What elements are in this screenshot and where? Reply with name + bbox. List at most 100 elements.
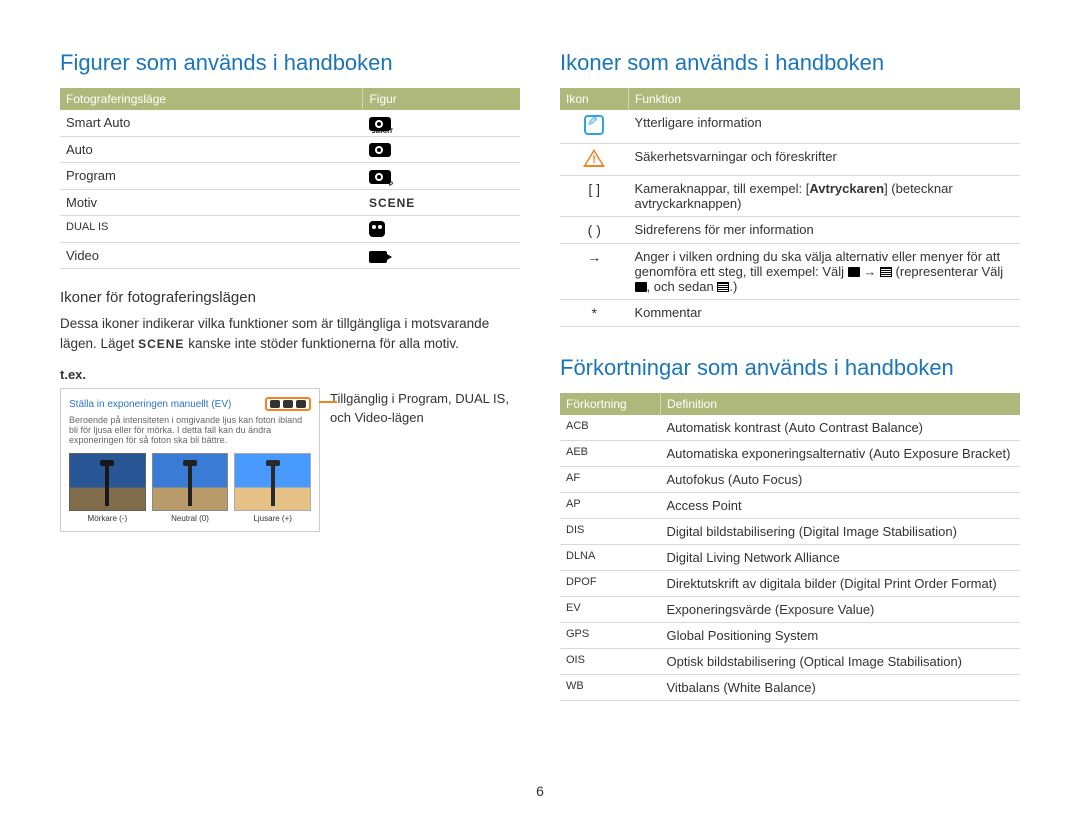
example-annotation: Tillgänglig i Program, DUAL IS, och Vide… — [330, 388, 520, 426]
abbr-key: ACB — [560, 415, 661, 441]
table-row: ( ) Sidreferens för mer information — [560, 217, 1020, 244]
icon-desc: Kameraknappar, till exempel: [Avtryckare… — [629, 176, 1021, 217]
table-row: GPSGlobal Positioning System — [560, 623, 1020, 649]
abbr-key: GPS — [560, 623, 661, 649]
icons-col-function: Funktion — [629, 88, 1021, 110]
brackets-icon: [ ] — [560, 176, 629, 217]
figure-program-icon: P — [363, 163, 520, 190]
thumb-label: Ljusare (+) — [234, 514, 311, 523]
play-icon — [635, 282, 647, 292]
abbr-definition: Access Point — [661, 493, 1021, 519]
table-row: Ytterligare information — [560, 110, 1020, 144]
desc-tail3: .) — [729, 279, 737, 294]
manual-page: Figurer som används i handboken Fotograf… — [0, 0, 1080, 815]
abbr-definition: Automatiska exponeringsalternativ (Auto … — [661, 441, 1021, 467]
warn-icon: ! — [560, 144, 629, 176]
table-row: OISOptisk bildstabilisering (Optical Ima… — [560, 649, 1020, 675]
figures-col-fig: Figur — [363, 88, 520, 110]
icons-table: Ikon Funktion Ytterligare information ! … — [560, 88, 1020, 327]
intro-post: kanske inte stöder funktionerna för alla… — [188, 336, 459, 351]
mode-label: Video — [60, 243, 363, 269]
table-row: EVExponeringsvärde (Exposure Value) — [560, 597, 1020, 623]
heading-icons: Ikoner som används i handboken — [560, 50, 1020, 76]
menu-icon — [717, 282, 729, 292]
icon-desc: Säkerhetsvarningar och föreskrifter — [629, 144, 1021, 176]
table-row: DUAL IS — [60, 215, 520, 243]
abbr-key: EV — [560, 597, 661, 623]
abbr-key: DLNA — [560, 545, 661, 571]
scene-icon: SCENE — [138, 337, 184, 351]
abbr-definition: Digital bildstabilisering (Digital Image… — [661, 519, 1021, 545]
desc-tail1: (representerar Välj — [896, 264, 1004, 279]
figure-scene-icon: SCENE — [363, 189, 520, 215]
figures-col-mode: Fotograferingsläge — [60, 88, 363, 110]
example-box: Ställa in exponeringen manuellt (EV) Ber… — [60, 388, 320, 532]
heading-abbr: Förkortningar som används i handboken — [560, 355, 1020, 381]
table-row: DLNADigital Living Network Alliance — [560, 545, 1020, 571]
table-row: DISDigital bildstabilisering (Digital Im… — [560, 519, 1020, 545]
table-row: APAccess Point — [560, 493, 1020, 519]
abbr-definition: Global Positioning System — [661, 623, 1021, 649]
abbr-definition: Direktutskrift av digitala bilder (Digit… — [661, 571, 1021, 597]
table-row: Auto — [60, 136, 520, 163]
abbr-key: AP — [560, 493, 661, 519]
example-thumbs: Mörkare (-) Neutral (0) Ljusare (+) — [69, 453, 311, 523]
table-row: Video — [60, 243, 520, 269]
abbr-definition: Vitbalans (White Balance) — [661, 675, 1021, 701]
example-title: Ställa in exponeringen manuellt (EV) — [69, 397, 311, 411]
icons-col-icon: Ikon — [560, 88, 629, 110]
table-row: ACBAutomatisk kontrast (Auto Contrast Ba… — [560, 415, 1020, 441]
thumb-dark: Mörkare (-) — [69, 453, 146, 523]
abbr-key: DIS — [560, 519, 661, 545]
table-row: * Kommentar — [560, 300, 1020, 327]
mode-label: DUAL IS — [60, 215, 363, 243]
abbr-definition: Automatisk kontrast (Auto Contrast Balan… — [661, 415, 1021, 441]
page-number: 6 — [536, 783, 544, 799]
thumb-label: Neutral (0) — [152, 514, 229, 523]
table-row: AEBAutomatiska exponeringsalternativ (Au… — [560, 441, 1020, 467]
table-row: → Anger i vilken ordning du ska välja al… — [560, 244, 1020, 300]
abbr-definition: Exponeringsvärde (Exposure Value) — [661, 597, 1021, 623]
icon-desc: Anger i vilken ordning du ska välja alte… — [629, 244, 1021, 300]
abbr-table: Förkortning Definition ACBAutomatisk kon… — [560, 393, 1020, 701]
abbr-definition: Optisk bildstabilisering (Optical Image … — [661, 649, 1021, 675]
abbr-key: DPOF — [560, 571, 661, 597]
figure-video-icon — [363, 243, 520, 269]
table-row: Program P — [60, 163, 520, 190]
example-wrap: Ställa in exponeringen manuellt (EV) Ber… — [60, 388, 520, 532]
info-icon — [560, 110, 629, 144]
table-row: Smart Auto SMART — [60, 110, 520, 136]
abbr-key: WB — [560, 675, 661, 701]
example-label: t.ex. — [60, 367, 520, 382]
abbr-col-def: Definition — [661, 393, 1021, 415]
right-column: Ikoner som används i handboken Ikon Funk… — [560, 50, 1020, 795]
icon-desc: Kommentar — [629, 300, 1021, 327]
desc-pre: Kameraknappar, till exempel: [ — [635, 181, 810, 196]
mode-label: Auto — [60, 136, 363, 163]
arrow-icon: → — [560, 244, 629, 300]
example-title-text: Ställa in exponeringen manuellt (EV) — [69, 399, 231, 410]
table-row: ! Säkerhetsvarningar och föreskrifter — [560, 144, 1020, 176]
table-row: WBVitbalans (White Balance) — [560, 675, 1020, 701]
mode-label: Motiv — [60, 189, 363, 215]
table-row: [ ] Kameraknappar, till exempel: [Avtryc… — [560, 176, 1020, 217]
parens-icon: ( ) — [560, 217, 629, 244]
thumb-light: Ljusare (+) — [234, 453, 311, 523]
thumb-neutral: Neutral (0) — [152, 453, 229, 523]
mode-chip — [265, 397, 311, 411]
figure-dual-is-icon — [363, 215, 520, 243]
table-row: DPOFDirektutskrift av digitala bilder (D… — [560, 571, 1020, 597]
table-row: AFAutofokus (Auto Focus) — [560, 467, 1020, 493]
abbr-definition: Digital Living Network Alliance — [661, 545, 1021, 571]
abbr-key: OIS — [560, 649, 661, 675]
sub-heading-icons: Ikoner för fotograferingslägen — [60, 289, 520, 306]
thumb-label: Mörkare (-) — [69, 514, 146, 523]
icon-desc: Sidreferens för mer information — [629, 217, 1021, 244]
menu-icon — [880, 267, 892, 277]
table-row: Motiv SCENE — [60, 189, 520, 215]
mode-label: Smart Auto — [60, 110, 363, 136]
play-icon — [848, 267, 860, 277]
mode-label: Program — [60, 163, 363, 190]
figure-auto-icon — [363, 136, 520, 163]
abbr-key: AEB — [560, 441, 661, 467]
